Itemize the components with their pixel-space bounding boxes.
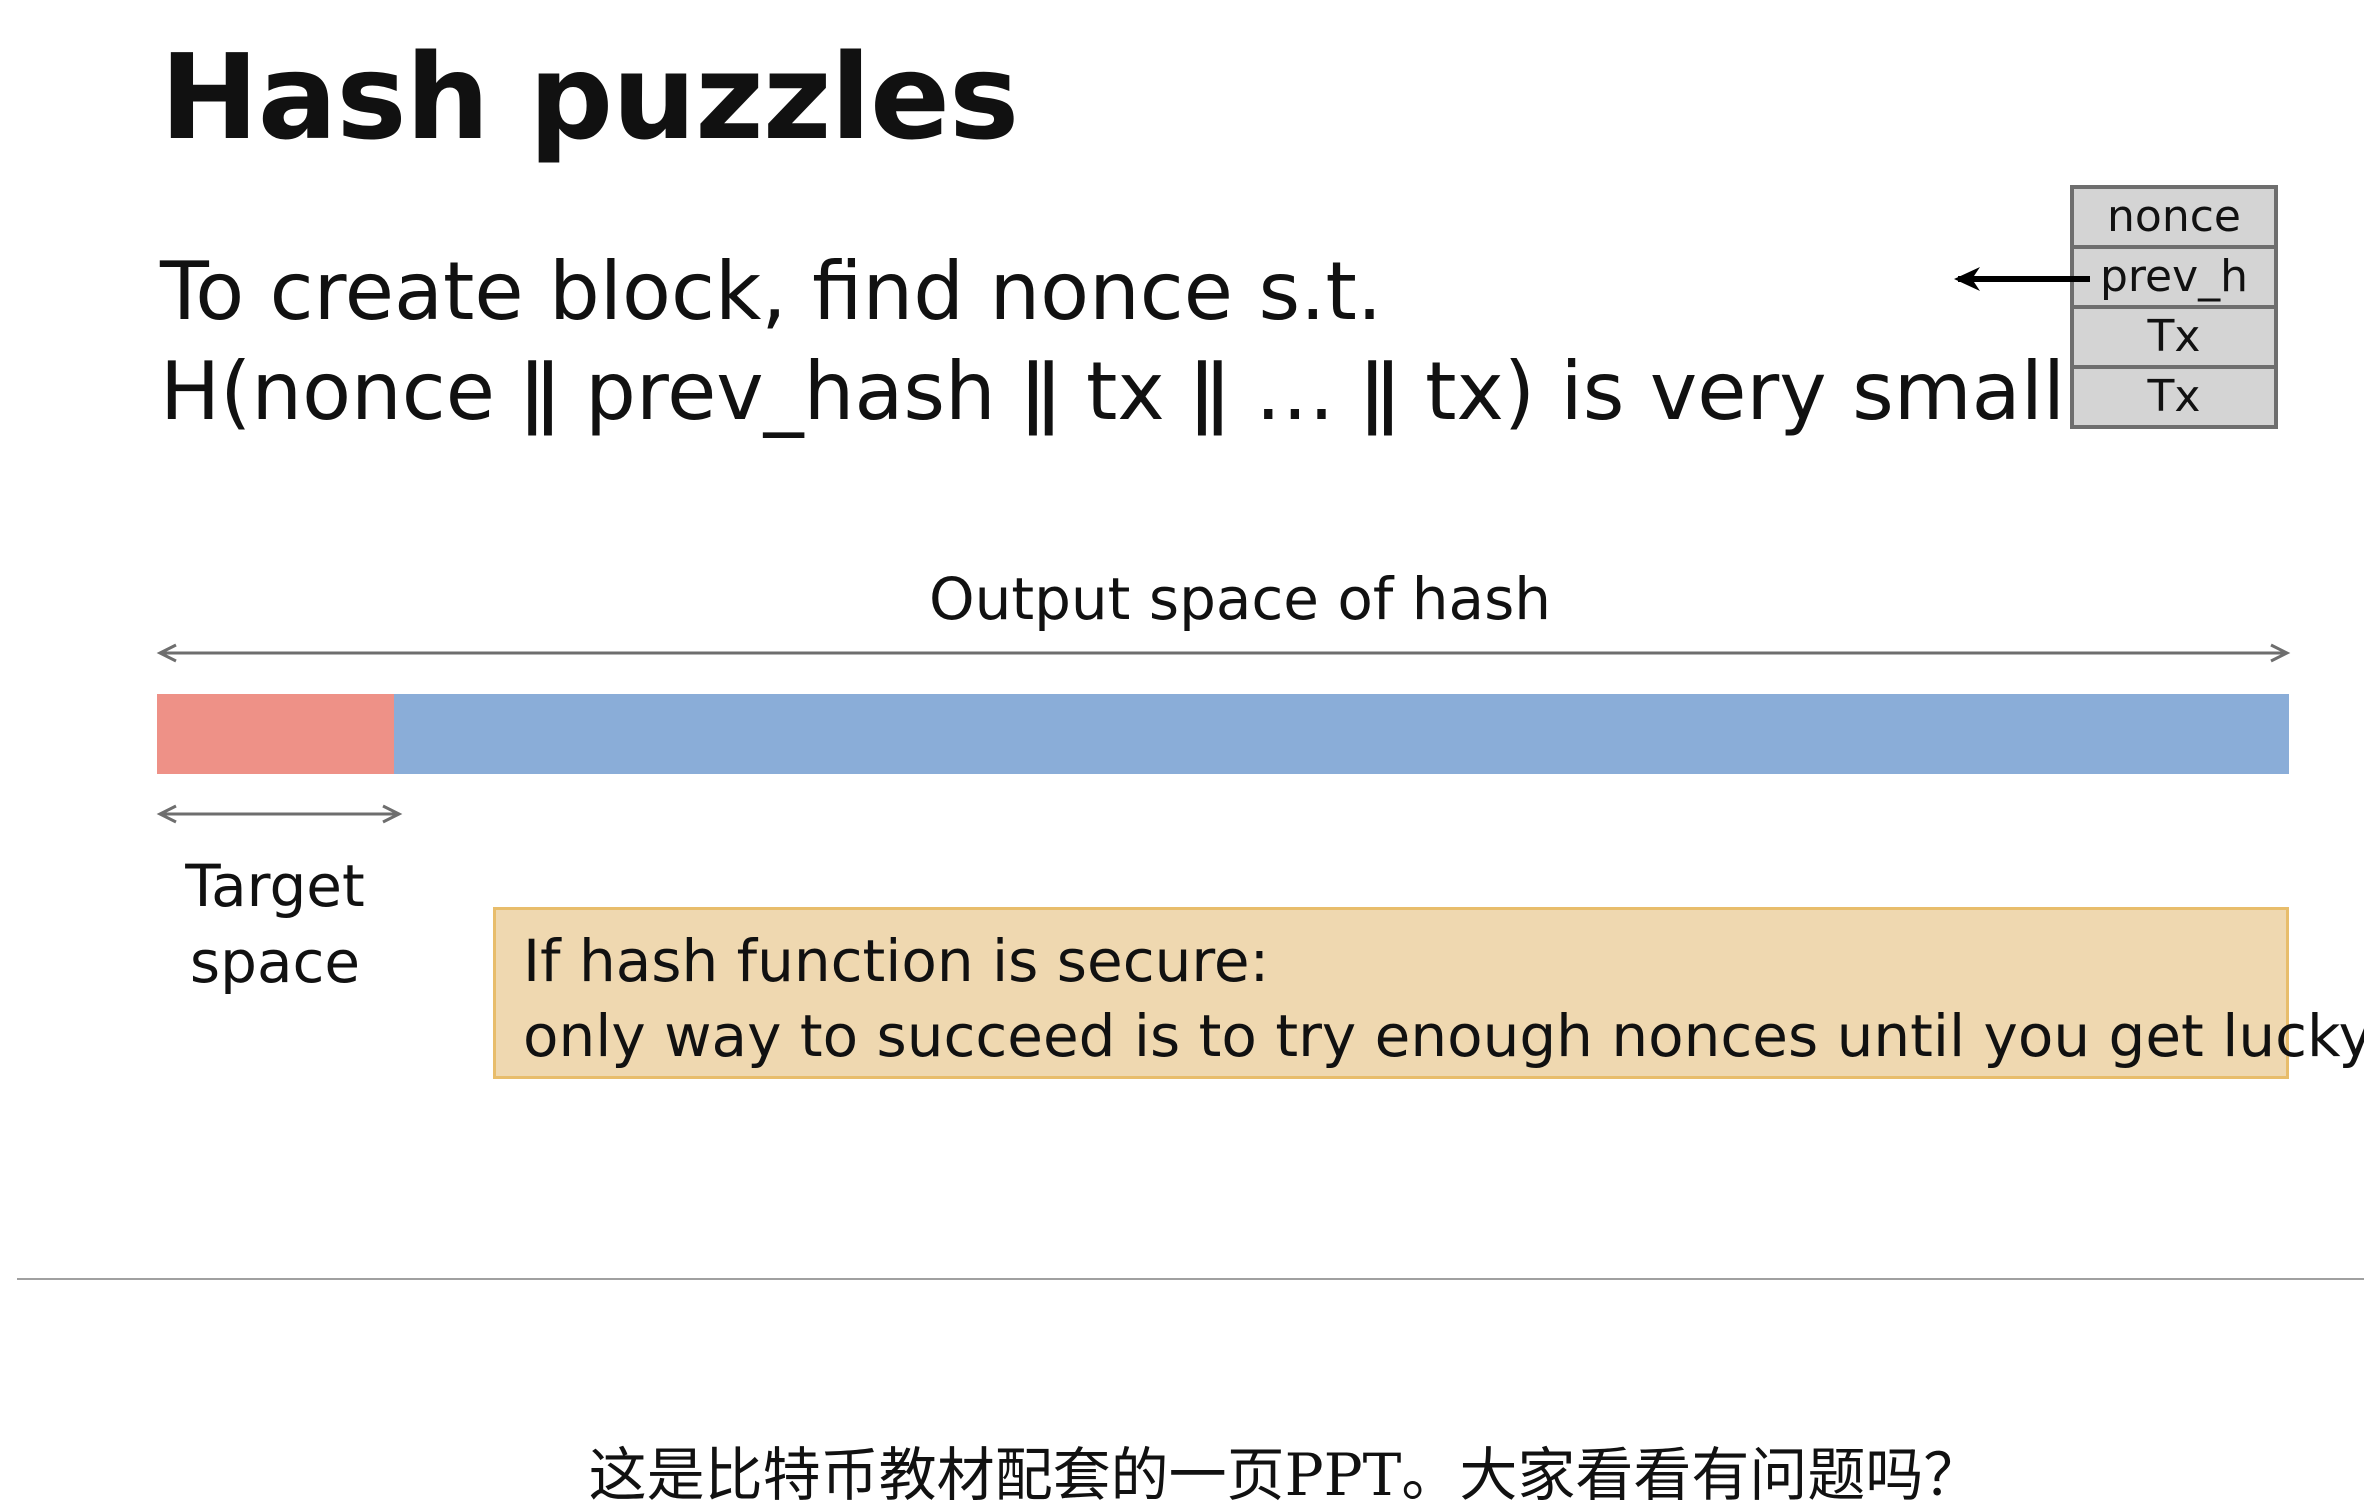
output-space-bar: [394, 694, 2289, 774]
security-callout: If hash function is secure: only way to …: [493, 907, 2364, 1079]
output-space-label: Output space of hash: [928, 565, 1552, 633]
target-space-bar: [157, 694, 394, 774]
callout-line2: only way to succeed is to try enough non…: [523, 1002, 2364, 1070]
output-space-arrow: [156, 643, 2291, 663]
divider: [17, 1278, 2364, 1280]
target-space-arrow: [156, 804, 403, 824]
callout-line1: If hash function is secure:: [523, 927, 1270, 995]
target-space-label: Target space: [185, 852, 365, 996]
caption: 这是比特币教材配套的一页PPT。大家看看有问题吗？: [588, 1441, 1982, 1509]
